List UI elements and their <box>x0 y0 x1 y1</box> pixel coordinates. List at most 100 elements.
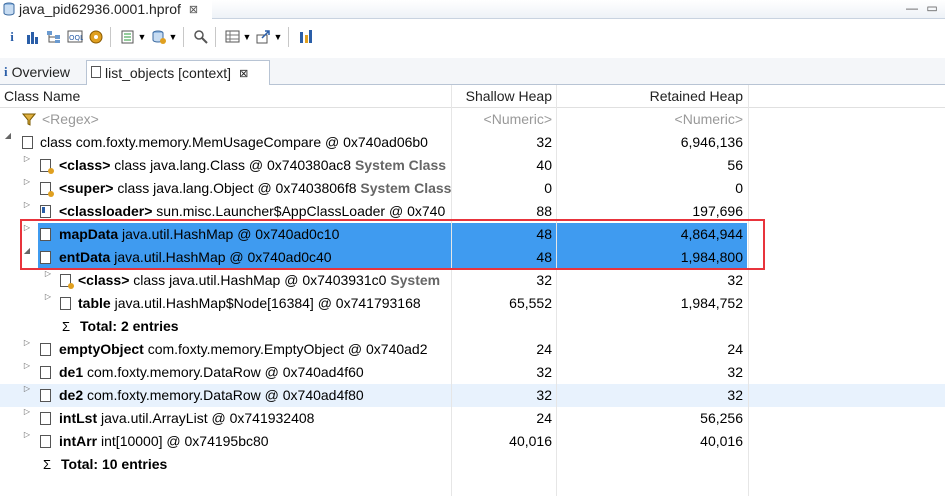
row-shallow-heap: 40,016 <box>509 433 552 449</box>
row-shallow-heap: 65,552 <box>509 295 552 311</box>
row-retained-heap: 6,946,136 <box>680 134 743 150</box>
editor-tab[interactable]: java_pid62936.0001.hprof ⊠ <box>0 0 213 18</box>
row-class-name: <class> class java.util.HashMap @ 0x7403… <box>78 272 441 288</box>
class-reference-icon <box>40 182 54 197</box>
collapsed-arrow-icon[interactable]: ▷ <box>22 407 32 416</box>
collapsed-arrow-icon[interactable]: ▷ <box>22 200 32 209</box>
classloader-icon <box>40 205 51 218</box>
minimize-icon[interactable]: — <box>905 1 919 15</box>
expanded-arrow-icon[interactable]: ◢ <box>3 131 13 140</box>
table-row[interactable]: ▷ intArr int[10000] @ 0x74195bc80 40,016… <box>0 430 945 453</box>
heap-dump-icon <box>3 2 15 16</box>
collapsed-arrow-icon[interactable]: ▷ <box>22 361 32 370</box>
toolbar-separator <box>288 27 289 47</box>
oql-icon[interactable]: OQL <box>66 28 84 46</box>
row-class-name: emptyObject com.foxty.memory.EmptyObject… <box>59 341 428 357</box>
filter-shallow-input[interactable]: <Numeric> <box>452 108 556 131</box>
close-icon[interactable]: ⊠ <box>239 67 248 80</box>
table-row[interactable]: ▷ emptyObject com.foxty.memory.EmptyObje… <box>0 338 945 361</box>
row-shallow-heap: 0 <box>544 180 552 196</box>
collapsed-arrow-icon[interactable]: ▷ <box>43 269 53 278</box>
row-shallow-heap: 32 <box>536 134 552 150</box>
tab-list-objects[interactable]: list_objects [context] ⊠ <box>86 60 270 85</box>
calculate-retained-icon[interactable] <box>297 28 315 46</box>
toolbar-separator <box>183 27 184 47</box>
table-row[interactable]: ▷ intLst java.util.ArrayList @ 0x7419324… <box>0 407 945 430</box>
row-retained-heap: 32 <box>727 272 743 288</box>
histogram-icon[interactable] <box>24 28 42 46</box>
search-icon[interactable] <box>192 28 210 46</box>
filter-row: <Regex> <Numeric> <Numeric> <box>0 108 945 131</box>
table-row-total: Σ Total: 10 entries <box>0 453 945 476</box>
svg-text:OQL: OQL <box>69 34 83 42</box>
chevron-down-icon[interactable]: ▼ <box>137 28 147 46</box>
chevron-down-icon[interactable]: ▼ <box>242 28 252 46</box>
collapsed-arrow-icon[interactable]: ▷ <box>22 154 32 163</box>
info-icon[interactable]: i <box>3 28 21 46</box>
tab-overview[interactable]: i Overview <box>0 60 84 84</box>
chevron-down-icon[interactable]: ▼ <box>273 28 283 46</box>
row-retained-heap: 0 <box>735 180 743 196</box>
table-row[interactable]: ▷ de1 com.foxty.memory.DataRow @ 0x740ad… <box>0 361 945 384</box>
row-class-name: class com.foxty.memory.MemUsageCompare @… <box>40 134 428 150</box>
collapsed-arrow-icon[interactable]: ▷ <box>22 384 32 393</box>
view-tab-bar: i Overview list_objects [context] ⊠ <box>0 58 945 85</box>
editor-tab-close-icon[interactable]: ⊠ <box>189 3 198 16</box>
table-row-hover[interactable]: ▷ de2 com.foxty.memory.DataRow @ 0x740ad… <box>0 384 945 407</box>
row-retained-heap: 24 <box>727 341 743 357</box>
collapsed-arrow-icon[interactable]: ▷ <box>22 430 32 439</box>
filter-retained-input[interactable]: <Numeric> <box>557 108 747 131</box>
object-icon <box>40 412 51 425</box>
table-row[interactable]: ▷ <super> class java.lang.Object @ 0x740… <box>0 177 945 200</box>
toolbar-separator <box>110 27 111 47</box>
toolbar: i OQL ▼ ▼ ▼ ▼ <box>0 20 945 54</box>
chevron-down-icon[interactable]: ▼ <box>168 28 178 46</box>
row-class-name: <class> class java.lang.Class @ 0x740380… <box>59 157 447 173</box>
row-class-name: de2 com.foxty.memory.DataRow @ 0x740ad4f… <box>59 387 364 403</box>
collapsed-arrow-icon[interactable]: ▷ <box>43 292 53 301</box>
row-shallow-heap: 40 <box>536 157 552 173</box>
table-row[interactable]: ▷ <class> class java.lang.Class @ 0x7403… <box>0 154 945 177</box>
thread-icon[interactable] <box>87 28 105 46</box>
row-class-name: intLst java.util.ArrayList @ 0x741932408 <box>59 410 315 426</box>
query-browser-icon[interactable] <box>119 28 137 46</box>
class-reference-icon <box>40 159 54 174</box>
table-row[interactable]: ▷ <class> class java.util.HashMap @ 0x74… <box>0 269 945 292</box>
object-icon <box>40 389 51 402</box>
table-row[interactable]: ▷ table java.util.HashMap$Node[16384] @ … <box>0 292 945 315</box>
toolbar-separator <box>215 27 216 47</box>
dominator-tree-icon[interactable] <box>45 28 63 46</box>
row-retained-heap: 32 <box>727 364 743 380</box>
column-header-shallow-heap[interactable]: Shallow Heap <box>452 85 552 107</box>
collapsed-arrow-icon[interactable]: ▷ <box>22 177 32 186</box>
class-object-icon <box>22 136 33 149</box>
row-retained-heap: 56,256 <box>700 410 743 426</box>
object-table: Class Name Shallow Heap Retained Heap <R… <box>0 85 945 476</box>
row-shallow-heap: 24 <box>536 341 552 357</box>
row-shallow-heap: 32 <box>536 364 552 380</box>
tab-list-objects-label: list_objects [context] <box>105 65 232 81</box>
filter-class-name-input[interactable]: <Regex> <box>42 108 99 131</box>
table-row[interactable]: ◢ class com.foxty.memory.MemUsageCompare… <box>0 131 945 154</box>
info-icon: i <box>4 64 8 79</box>
row-shallow-heap: 32 <box>536 387 552 403</box>
row-class-name: <super> class java.lang.Object @ 0x74038… <box>59 180 451 196</box>
row-shallow-heap: 32 <box>536 272 552 288</box>
row-class-name: intArr int[10000] @ 0x74195bc80 <box>59 433 269 449</box>
total-label: Total: 10 entries <box>61 456 168 472</box>
tab-overview-label: Overview <box>11 64 70 80</box>
collapsed-arrow-icon[interactable]: ▷ <box>22 338 32 347</box>
editor-tab-title: java_pid62936.0001.hprof <box>19 1 181 17</box>
heap-dump-overview-icon[interactable] <box>150 28 168 46</box>
row-retained-heap: 1,984,752 <box>680 295 743 311</box>
export-icon[interactable] <box>255 28 273 46</box>
maximize-icon[interactable]: ▭ <box>925 1 939 15</box>
row-retained-heap: 56 <box>727 157 743 173</box>
row-retained-heap: 40,016 <box>700 433 743 449</box>
list-objects-icon <box>91 65 101 81</box>
sigma-icon: Σ <box>43 457 52 472</box>
filter-icon <box>22 108 36 131</box>
column-header-class-name[interactable]: Class Name <box>4 85 80 107</box>
group-by-icon[interactable] <box>224 28 242 46</box>
column-header-retained-heap[interactable]: Retained Heap <box>557 85 743 107</box>
